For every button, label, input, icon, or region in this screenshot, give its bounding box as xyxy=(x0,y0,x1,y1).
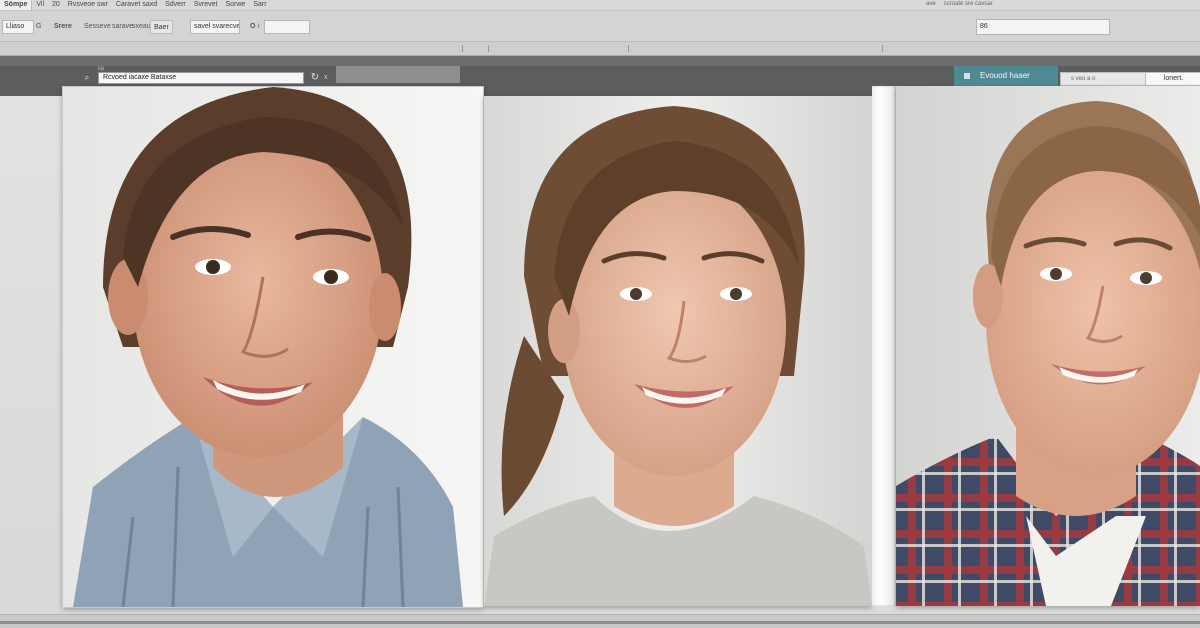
menu-item-number[interactable]: 20 xyxy=(48,0,64,10)
portrait-1-image xyxy=(63,87,483,607)
menu-item-view[interactable]: Vil xyxy=(32,0,48,10)
page-spine xyxy=(872,86,896,606)
toolbar-field-2[interactable]: savel svarecve xyxy=(190,20,240,34)
status-text-2: scroate sre cavsar xyxy=(943,1,993,7)
portrait-photo-3[interactable] xyxy=(896,86,1200,606)
action-button-label: Evouod haaer xyxy=(980,71,1030,80)
menu-items: Sömpe Vil 20 Rvsveoe swr Caravet saxd Sd… xyxy=(0,0,271,10)
toolbar-label-2: Sesseve xyxy=(84,23,111,30)
status-text-1: ave xyxy=(926,1,936,7)
ribbon-icon-label: x xyxy=(324,74,328,81)
portrait-photo-1[interactable] xyxy=(62,86,484,608)
tab-divider xyxy=(882,45,883,52)
bottom-status-bar xyxy=(0,614,1200,628)
refresh-icon[interactable]: ↻ xyxy=(308,71,322,85)
menu-bar: Sömpe Vil 20 Rvsveoe swr Caravet saxd Sd… xyxy=(0,0,1200,11)
toolbar-button-2-suffix: i xyxy=(258,23,260,30)
document-field[interactable]: Lliaso xyxy=(2,20,34,34)
tab-divider xyxy=(628,45,629,52)
toolbar-label-3: sarave xyxy=(112,23,134,30)
menu-item-4[interactable]: Caravet saxd xyxy=(112,0,161,10)
menu-item-3[interactable]: Rvsveoe swr xyxy=(64,0,112,10)
portrait-2-image xyxy=(484,96,872,606)
toolbar: Lliaso G Srere Sesseve sarave sxeaux Bae… xyxy=(0,11,1200,42)
ribbon-top-strip xyxy=(0,56,1200,66)
toolbar-right-field[interactable]: 86 xyxy=(976,19,1110,35)
toolbar-label-1: Srere xyxy=(54,23,72,30)
menu-status: ave scroate sre cavsar xyxy=(922,0,997,10)
ribbon-panel xyxy=(336,66,460,83)
document-name-input[interactable]: Rcvoed iacaxe Bataxse xyxy=(98,72,304,84)
search-icon[interactable]: ⌕ xyxy=(80,71,94,85)
menu-item-6[interactable]: Svrevet xyxy=(190,0,222,10)
horizontal-scrollbar[interactable] xyxy=(0,621,1200,624)
tab-divider xyxy=(488,45,489,52)
document-field-suffix: G xyxy=(36,23,42,30)
menu-item-7[interactable]: Sorwe xyxy=(221,0,249,10)
menu-item-5[interactable]: Sdverr xyxy=(161,0,190,10)
portrait-3-image xyxy=(896,86,1200,606)
square-icon xyxy=(964,72,970,79)
left-gutter xyxy=(0,96,62,616)
right-panel-button[interactable]: lonert. xyxy=(1145,73,1200,85)
photo-editor-app: Sömpe Vil 20 Rvsveoe swr Caravet saxd Sd… xyxy=(0,0,1200,628)
right-panel: s veo a o lonert. xyxy=(1060,72,1200,86)
toolbar-field-3[interactable] xyxy=(264,20,310,34)
menu-item-8[interactable]: Sarr xyxy=(249,0,270,10)
toolbar-button-1[interactable]: Baer xyxy=(150,20,173,34)
toolbar-button-2[interactable]: O xyxy=(250,20,255,34)
tab-divider xyxy=(462,45,463,52)
right-panel-text: s veo a o xyxy=(1071,76,1096,82)
portrait-photo-2[interactable] xyxy=(484,96,872,606)
action-button[interactable]: Evouod haaer xyxy=(954,66,1058,86)
tab-strip xyxy=(0,42,1200,56)
menu-item-app[interactable]: Sömpe xyxy=(0,0,33,10)
